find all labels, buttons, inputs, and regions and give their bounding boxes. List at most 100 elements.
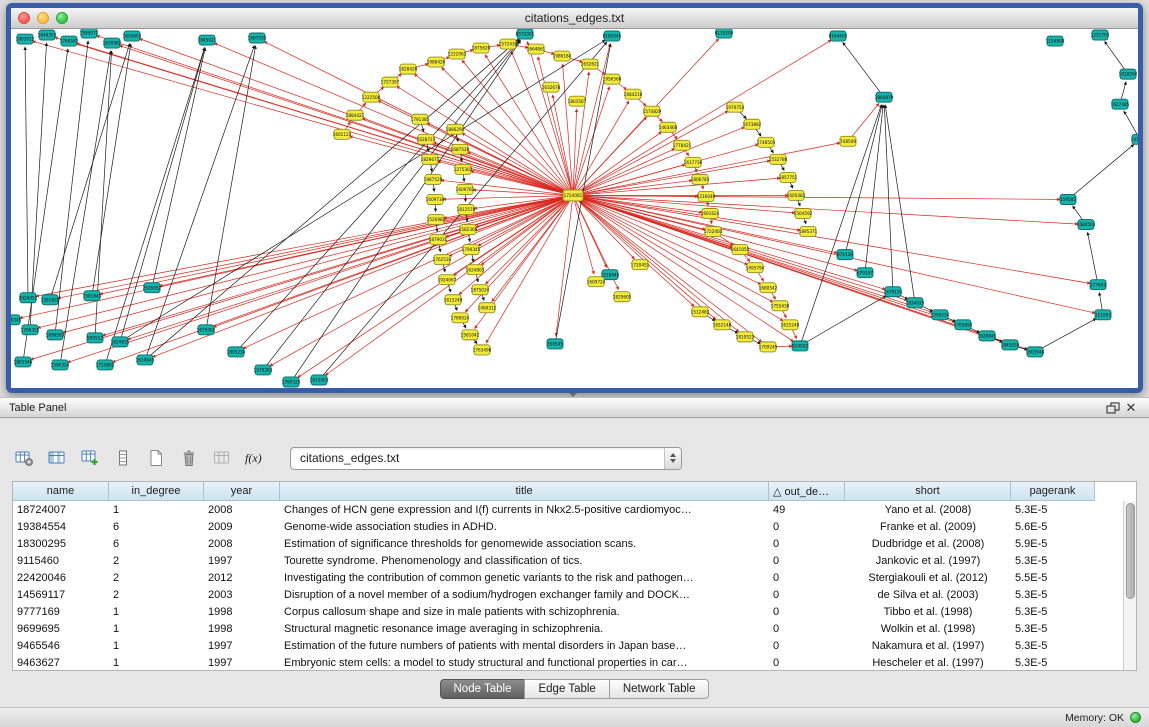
table-row[interactable]: 969969511998Structural magnetic resonanc… bbox=[13, 620, 1123, 637]
graph-node[interactable]: 1570283 bbox=[254, 365, 273, 375]
graph-node[interactable]: 1879031 bbox=[429, 235, 448, 245]
graph-node[interactable]: 1624835 bbox=[111, 337, 130, 347]
close-window-button[interactable] bbox=[18, 12, 30, 24]
graph-node[interactable]: 1709245 bbox=[759, 342, 778, 352]
graph-node[interactable]: 1680542 bbox=[759, 283, 778, 293]
column-header-short[interactable]: short bbox=[845, 482, 1011, 501]
graph-node[interactable]: 1628723 bbox=[417, 134, 436, 144]
graph-node[interactable]: 1956568 bbox=[603, 74, 622, 84]
graph-node[interactable]: 924502 bbox=[792, 341, 808, 351]
graph-node[interactable]: 1649353 bbox=[38, 30, 57, 40]
graph-node[interactable]: 1828420 bbox=[399, 64, 418, 74]
close-panel-icon[interactable]: ✕ bbox=[1122, 400, 1140, 416]
graph-node[interactable]: 590512 bbox=[87, 333, 103, 343]
graph-node[interactable]: 1222063 bbox=[448, 49, 467, 59]
graph-node[interactable]: 1504592 bbox=[794, 209, 813, 219]
graph-node[interactable]: 1561042 bbox=[461, 330, 480, 340]
graph-node[interactable]: 1216049 bbox=[697, 191, 716, 201]
graph-node[interactable]: 1720451 bbox=[631, 260, 650, 270]
graph-node[interactable]: 1705893 bbox=[954, 320, 973, 330]
graph-node[interactable]: 1812576 bbox=[457, 204, 476, 214]
graph-node[interactable]: 177603 bbox=[1090, 280, 1106, 290]
column-header-title[interactable]: title bbox=[280, 482, 769, 501]
graph-node[interactable]: 8572301 bbox=[516, 29, 535, 39]
tab-network-table[interactable]: Network Table bbox=[609, 679, 710, 699]
graph-node[interactable]: 1790345 bbox=[462, 245, 481, 255]
graph-node[interactable]: 1605483 bbox=[787, 190, 806, 200]
graph-node[interactable]: 1875024 bbox=[471, 285, 490, 295]
graph-node[interactable]: 1918504 bbox=[1119, 69, 1138, 79]
graph-node[interactable]: 1725803 bbox=[96, 360, 115, 370]
table-row[interactable]: 1830029562008Estimation of significance … bbox=[13, 535, 1123, 552]
graph-node[interactable]: 1615240 bbox=[444, 295, 463, 305]
graph-node[interactable]: 1609734 bbox=[426, 194, 445, 204]
graph-node[interactable]: 350545 bbox=[547, 339, 563, 349]
column-header-pagerank[interactable]: pagerank bbox=[1011, 482, 1095, 501]
graph-node[interactable]: 1603948 bbox=[1026, 347, 1045, 357]
graph-node[interactable]: 1463460 bbox=[659, 122, 678, 132]
table-row[interactable]: 1938455462009Genome-wide association stu… bbox=[13, 518, 1123, 535]
graph-node[interactable]: 8183045 bbox=[603, 31, 622, 41]
column-header-in_degree[interactable]: in_degree bbox=[109, 482, 204, 501]
graph-node[interactable]: 1864879 bbox=[875, 92, 894, 102]
graph-node[interactable]: 1875620 bbox=[472, 43, 491, 53]
graph-node[interactable]: 1687035 bbox=[248, 33, 267, 43]
graph-node[interactable]: 1673892 bbox=[743, 119, 762, 129]
graph-node[interactable]: 1803567 bbox=[568, 96, 587, 106]
graph-node[interactable]: 1609781 bbox=[456, 184, 475, 194]
graph-node[interactable]: 1845021 bbox=[198, 35, 217, 45]
table-row[interactable]: 946554611997Estimation of the future num… bbox=[13, 637, 1123, 654]
graph-node[interactable]: 1829605 bbox=[613, 292, 632, 302]
table-vertical-scrollbar[interactable] bbox=[1123, 501, 1136, 670]
network-table-selector[interactable]: citations_edges.txt bbox=[290, 447, 682, 470]
graph-node[interactable]: 1789024 bbox=[451, 313, 470, 323]
function-builder-icon[interactable]: f(x) bbox=[243, 446, 267, 470]
row-height-button[interactable] bbox=[111, 446, 135, 470]
zoom-window-button[interactable] bbox=[56, 12, 68, 24]
new-document-button[interactable] bbox=[144, 446, 168, 470]
graph-node[interactable]: 1221793 bbox=[1091, 30, 1110, 40]
graph-node[interactable]: 1810523 bbox=[736, 332, 755, 342]
table-row[interactable]: 1872400712008Changes of HCN gene express… bbox=[13, 501, 1123, 518]
graph-node[interactable]: 8135204 bbox=[715, 29, 734, 38]
graph-node[interactable]: 1652148 bbox=[713, 320, 732, 330]
graph-node[interactable]: 1778421 bbox=[673, 140, 692, 150]
graph-node[interactable]: 1495794 bbox=[746, 263, 765, 273]
graph-node[interactable]: 1617736 bbox=[684, 157, 703, 167]
graph-node[interactable]: 1632678 bbox=[542, 82, 561, 92]
graph-node[interactable]: 1727397 bbox=[381, 77, 400, 87]
graph-node[interactable]: 1679193 bbox=[884, 287, 903, 297]
graph-node[interactable]: 1590234 bbox=[931, 310, 950, 320]
table-row[interactable]: 2242004622012Investigating the contribut… bbox=[13, 569, 1123, 586]
graph-node[interactable]: 2526052 bbox=[143, 283, 162, 293]
graph-node[interactable]: 1601624 bbox=[701, 209, 720, 219]
graph-node[interactable]: 1624803 bbox=[466, 265, 485, 275]
graph-node[interactable]: 1275302 bbox=[454, 164, 473, 174]
float-panel-icon[interactable] bbox=[1104, 400, 1122, 416]
import-table-button[interactable] bbox=[210, 446, 234, 470]
graph-node[interactable]: 1791385 bbox=[411, 114, 430, 124]
graph-node[interactable]: 1748503 bbox=[757, 137, 776, 147]
graph-node[interactable]: 159585 bbox=[1060, 194, 1076, 204]
graph-node[interactable]: 1684503 bbox=[1077, 220, 1096, 230]
table-row[interactable]: 946362711997Embryonic stem cells: a mode… bbox=[13, 654, 1123, 670]
graph-node[interactable]: 1706325 bbox=[21, 325, 40, 335]
graph-node[interactable]: 1582360 bbox=[459, 225, 478, 235]
column-header-out_degree[interactable]: △ out_de… bbox=[769, 482, 845, 501]
graph-node[interactable]: 1632621 bbox=[581, 59, 600, 69]
graph-node[interactable]: 1760582 bbox=[60, 36, 79, 46]
minimize-window-button[interactable] bbox=[37, 12, 49, 24]
graph-node[interactable]: 1610845 bbox=[136, 355, 155, 365]
graph-node[interactable]: 1803546 bbox=[14, 357, 33, 367]
table-mode-button[interactable] bbox=[12, 446, 36, 470]
graph-node[interactable]: 1987520 bbox=[424, 174, 443, 184]
graph-node[interactable]: 679197 bbox=[857, 268, 873, 278]
graph-node[interactable]: 1590324 bbox=[51, 360, 70, 370]
graph-node[interactable]: 2626052 bbox=[19, 293, 38, 303]
table-row[interactable]: 977716911998Corpus callosum shape and si… bbox=[13, 603, 1123, 620]
graph-node[interactable]: 1595072 bbox=[80, 29, 99, 38]
graph-node[interactable]: 1857751 bbox=[779, 172, 798, 182]
graph-node[interactable]: 1988420 bbox=[427, 57, 446, 67]
graph-node[interactable]: 1834025 bbox=[906, 298, 925, 308]
graph-node[interactable]: 1490312 bbox=[478, 303, 497, 313]
